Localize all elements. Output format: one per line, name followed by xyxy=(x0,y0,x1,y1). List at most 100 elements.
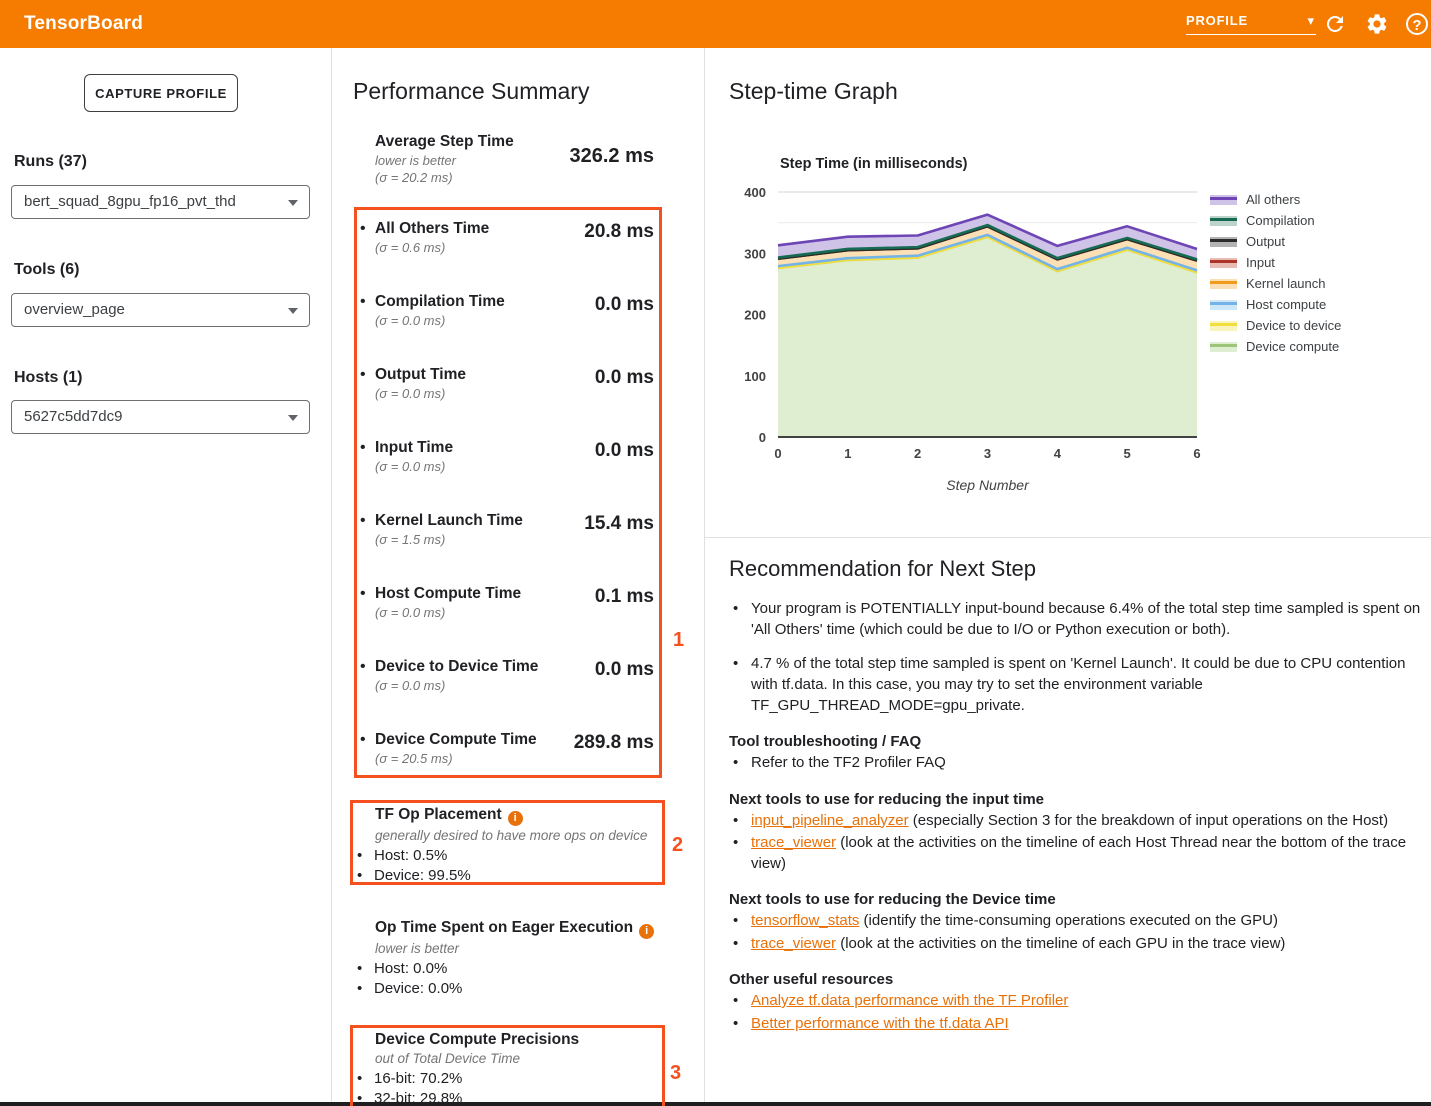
bullet-icon: • xyxy=(733,833,738,854)
list-item: •trace_viewer (look at the activities on… xyxy=(729,934,1423,955)
legend-line xyxy=(1210,323,1237,326)
app-header: TensorBoard PROFILE ▾ ? xyxy=(0,0,1431,48)
performance-summary-title: Performance Summary xyxy=(353,78,589,105)
bullet-icon: • xyxy=(360,731,366,749)
legend-line xyxy=(1210,302,1237,305)
bullet-icon: • xyxy=(360,220,366,238)
list-item-text: (look at the activities on the timeline … xyxy=(751,834,1406,872)
tools-select-value: overview_page xyxy=(24,294,125,326)
svg-text:5: 5 xyxy=(1124,446,1131,461)
legend-label: Input xyxy=(1246,255,1275,270)
capture-profile-button[interactable]: CAPTURE PROFILE xyxy=(84,74,238,112)
info-icon[interactable]: i xyxy=(508,811,523,826)
list-item: •Host: 0.0% xyxy=(352,959,664,979)
bullet-icon: • xyxy=(357,846,362,866)
eager-execution-items: •Host: 0.0%• Device: 0.0% xyxy=(352,959,664,998)
bullet-icon: • xyxy=(357,979,362,999)
bullet-icon: • xyxy=(733,1014,738,1035)
recommendation-section: Next tools to use for reducing the Devic… xyxy=(729,891,1423,954)
column-divider xyxy=(704,48,705,1106)
bullet-icon: • xyxy=(357,866,362,886)
link-input-pipeline-analyzer[interactable]: input_pipeline_analyzer xyxy=(751,812,909,829)
precisions-items: •16-bit: 70.2%•32-bit: 29.8% xyxy=(352,1069,664,1106)
legend-item: Compilation xyxy=(1210,210,1341,231)
legend-swatch xyxy=(1210,279,1237,289)
recommendation-panel: Recommendation for Next Step •Your progr… xyxy=(729,556,1423,1036)
svg-text:6: 6 xyxy=(1193,446,1200,461)
sidebar-divider xyxy=(331,48,332,1106)
chevron-down-icon xyxy=(288,415,298,421)
legend-label: Compilation xyxy=(1246,213,1315,228)
legend-line xyxy=(1210,281,1237,284)
list-item-text: Device: 0.0% xyxy=(374,980,462,997)
metric-row: •Host Compute Time(σ = 0.0 ms)0.1 ms xyxy=(352,585,664,658)
tf-op-placement-title: TF Op Placementi xyxy=(375,806,664,826)
hosts-label: Hosts (1) xyxy=(14,369,82,387)
link-analyze-tf-data-performance-with-the-tf-profiler[interactable]: Analyze tf.data performance with the TF … xyxy=(751,992,1068,1009)
svg-text:100: 100 xyxy=(744,369,766,384)
metric-row: •Device Compute Time(σ = 20.5 ms)289.8 m… xyxy=(352,731,664,804)
legend-swatch xyxy=(1210,342,1237,352)
list-item: •Your program is POTENTIALLY input-bound… xyxy=(729,598,1423,640)
svg-text:400: 400 xyxy=(744,185,766,200)
device-compute-precisions: Device Compute Precisions out of Total D… xyxy=(352,1031,664,1106)
bullet-icon: • xyxy=(360,512,366,530)
settings-button[interactable] xyxy=(1363,10,1391,38)
link-tensorflow-stats[interactable]: tensorflow_stats xyxy=(751,912,859,929)
metric-value: 0.1 ms xyxy=(595,586,654,608)
link-trace-viewer[interactable]: trace_viewer xyxy=(751,834,836,851)
tf-op-placement: TF Op Placementi generally desired to ha… xyxy=(352,806,664,885)
list-item-text: Refer to the TF2 Profiler FAQ xyxy=(751,754,946,771)
svg-text:0: 0 xyxy=(759,430,766,445)
tf-op-placement-note: generally desired to have more ops on de… xyxy=(375,828,664,843)
bullet-icon: • xyxy=(733,811,738,832)
tools-select[interactable]: overview_page xyxy=(11,293,310,327)
bullet-icon: • xyxy=(733,911,738,932)
refresh-button[interactable] xyxy=(1321,10,1349,38)
hosts-select[interactable]: 5627c5dd7dc9 xyxy=(11,400,310,434)
recommendation-section: Tool troubleshooting / FAQ•Refer to the … xyxy=(729,733,1423,774)
dashboard-selector-value: PROFILE xyxy=(1186,13,1248,28)
svg-text:Step Number: Step Number xyxy=(946,477,1030,493)
legend-label: Host compute xyxy=(1246,297,1326,312)
bullet-icon: • xyxy=(360,293,366,311)
link-trace-viewer[interactable]: trace_viewer xyxy=(751,935,836,952)
recommendation-sections: Tool troubleshooting / FAQ•Refer to the … xyxy=(729,733,1423,1034)
svg-text:300: 300 xyxy=(744,246,766,261)
app-title: TensorBoard xyxy=(24,0,143,48)
bullet-icon: • xyxy=(733,991,738,1012)
legend-label: Kernel launch xyxy=(1246,276,1326,291)
chevron-down-icon xyxy=(288,308,298,314)
legend-swatch xyxy=(1210,258,1237,268)
legend-swatch xyxy=(1210,300,1237,310)
bullet-icon: • xyxy=(360,366,366,384)
list-item: • Better performance with the tf.data API xyxy=(729,1014,1423,1035)
bullet-icon: • xyxy=(357,1069,362,1089)
legend-swatch xyxy=(1210,195,1237,205)
metric-sigma: (σ = 20.2 ms) xyxy=(375,170,664,185)
list-item-text: (especially Section 3 for the breakdown … xyxy=(909,812,1388,829)
list-item-text: 32-bit: 29.8% xyxy=(374,1090,462,1106)
eager-execution-title: Op Time Spent on Eager Executioni xyxy=(375,919,664,939)
precisions-note: out of Total Device Time xyxy=(375,1051,664,1066)
list-item: • trace_viewer (look at the activities on… xyxy=(729,833,1423,874)
annotation-number-1: 1 xyxy=(673,629,684,652)
eager-execution-note: lower is better xyxy=(375,941,664,956)
bullet-icon: • xyxy=(360,658,366,676)
annotation-number-2: 2 xyxy=(672,834,683,857)
dashboard-selector[interactable]: PROFILE ▾ xyxy=(1186,9,1316,35)
legend-label: Device to device xyxy=(1246,318,1341,333)
bullet-icon: • xyxy=(733,934,738,955)
tf-op-placement-items: •Host: 0.5%•Device: 99.5% xyxy=(352,846,664,885)
legend-swatch xyxy=(1210,216,1237,226)
metric-row: •Kernel Launch Time(σ = 1.5 ms)15.4 ms xyxy=(352,512,664,585)
gear-icon xyxy=(1363,12,1391,36)
runs-select[interactable]: bert_squad_8gpu_fp16_pvt_thd xyxy=(11,185,310,219)
legend-item: Kernel launch xyxy=(1210,273,1341,294)
runs-label: Runs (37) xyxy=(14,153,87,171)
help-button[interactable]: ? xyxy=(1403,10,1431,38)
bullet-icon: • xyxy=(733,598,738,619)
info-icon[interactable]: i xyxy=(639,924,654,939)
list-item: •Refer to the TF2 Profiler FAQ xyxy=(729,753,1423,774)
link-better-performance-with-the-tf-data-api[interactable]: Better performance with the tf.data API xyxy=(751,1015,1009,1032)
